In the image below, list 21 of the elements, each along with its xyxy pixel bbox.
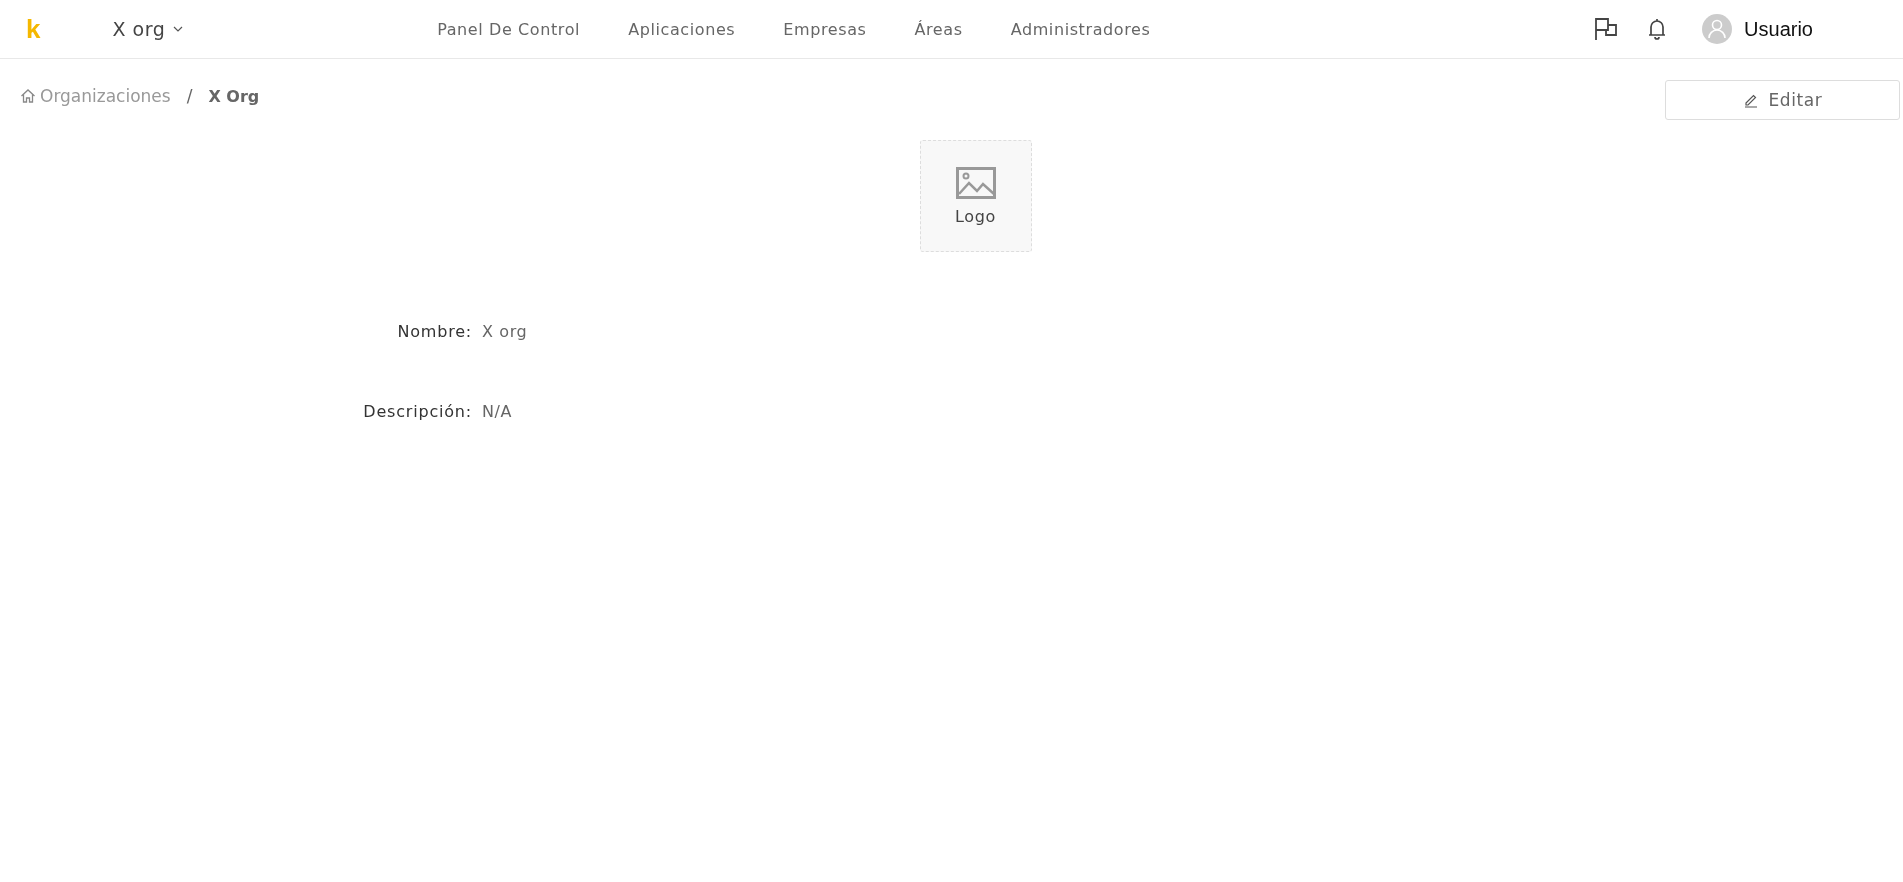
caret-icon <box>173 25 184 33</box>
user-name[interactable]: Usuario <box>1744 17 1813 41</box>
org-selector[interactable]: X org <box>112 18 184 40</box>
field-value: X org <box>482 322 529 341</box>
field-value: N/A <box>482 402 514 421</box>
edit-button[interactable]: Editar <box>1665 80 1900 120</box>
nav-link[interactable]: Empresas <box>783 19 867 39</box>
nav-link[interactable]: Panel De Control <box>437 19 581 39</box>
field-label: Nombre: <box>396 322 472 341</box>
image-icon <box>955 166 996 199</box>
notification-bell-icon[interactable] <box>1648 17 1667 41</box>
breadcrumb-separator: / <box>186 86 193 106</box>
field-label: Descripción: <box>362 402 472 421</box>
flag-icon[interactable] <box>1594 17 1619 41</box>
nav-link[interactable]: Administradores <box>1010 19 1151 39</box>
logo-upload[interactable]: Logo <box>919 140 1032 252</box>
nav-link[interactable]: Aplicaciones <box>628 19 736 39</box>
nav-link[interactable]: Áreas <box>914 19 963 39</box>
breadcrumb-link[interactable]: X Org <box>208 86 260 106</box>
home-icon[interactable] <box>20 88 36 104</box>
pencil-icon <box>1742 92 1759 108</box>
